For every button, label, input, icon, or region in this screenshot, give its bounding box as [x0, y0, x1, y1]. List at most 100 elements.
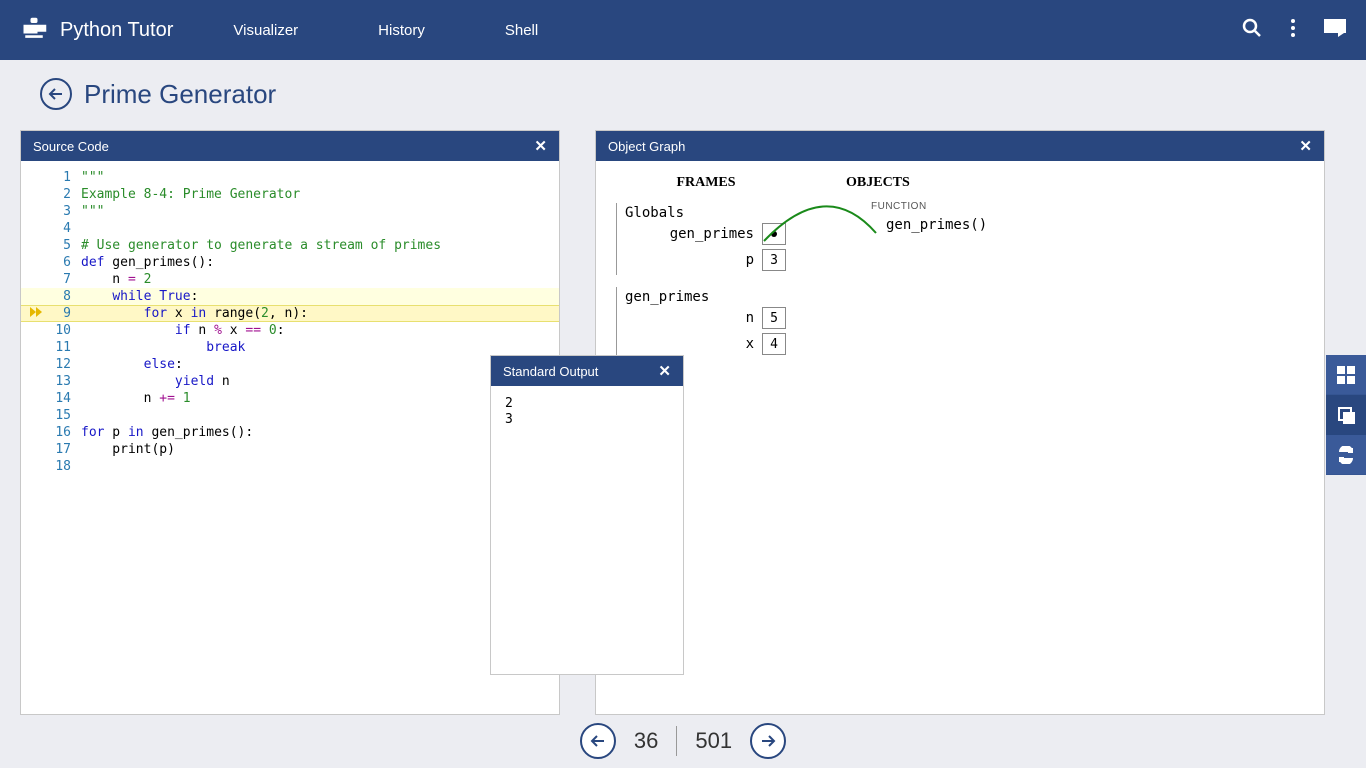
var-box: 5 [762, 307, 786, 329]
code-text: if n % x == 0: [81, 323, 285, 338]
code-text: Example 8-4: Prime Generator [81, 187, 300, 202]
code-line[interactable]: 14 n += 1 [21, 390, 559, 407]
code-text: else: [81, 357, 183, 372]
chat-icon[interactable] [1324, 19, 1346, 42]
line-number: 6 [51, 255, 81, 270]
line-number: 18 [51, 459, 81, 474]
step-current: 36 [634, 728, 658, 754]
code-line[interactable]: 3""" [21, 203, 559, 220]
objects-col-label: OBJECTS [796, 175, 976, 191]
stdout-panel-title: Standard Output [503, 364, 598, 379]
search-icon[interactable] [1242, 18, 1262, 43]
source-panel-title: Source Code [33, 139, 109, 154]
var-name: n [746, 310, 754, 326]
page-header: Prime Generator [0, 60, 1366, 124]
code-line[interactable]: 11 break [21, 339, 559, 356]
code-line[interactable]: 18 [21, 458, 559, 475]
more-icon[interactable] [1290, 18, 1296, 43]
code-line[interactable]: 7 n = 2 [21, 271, 559, 288]
source-panel-header[interactable]: Source Code ✕ [21, 131, 559, 161]
back-button[interactable] [40, 78, 72, 110]
var-row: n5 [625, 305, 786, 331]
code-line[interactable]: 6def gen_primes(): [21, 254, 559, 271]
source-code-body[interactable]: 1"""2Example 8-4: Prime Generator3"""45#… [21, 161, 559, 483]
object-repr: gen_primes() [886, 217, 987, 233]
frames-col-label: FRAMES [616, 175, 796, 191]
var-box: 3 [762, 249, 786, 271]
stdout-close-icon[interactable]: ✕ [658, 362, 671, 380]
var-row: gen_primes [625, 221, 786, 247]
stdout-body: 23 [491, 386, 683, 438]
step-footer: 36 501 [0, 713, 1366, 768]
line-number: 5 [51, 238, 81, 253]
step-separator [676, 726, 677, 756]
code-text: for p in gen_primes(): [81, 425, 253, 440]
nav-links: Visualizer History Shell [233, 22, 538, 39]
frame-block: Globalsgen_primesp3 [616, 203, 786, 275]
code-line[interactable]: 1""" [21, 169, 559, 186]
line-number: 7 [51, 272, 81, 287]
code-text: n += 1 [81, 391, 191, 406]
code-line[interactable]: 4 [21, 220, 559, 237]
code-line[interactable]: 16for p in gen_primes(): [21, 424, 559, 441]
stdout-panel[interactable]: Standard Output ✕ 23 [490, 355, 684, 675]
line-number: 16 [51, 425, 81, 440]
objgraph-close-icon[interactable]: ✕ [1299, 137, 1312, 155]
code-text: n = 2 [81, 272, 151, 287]
app-logo: Python Tutor [20, 16, 173, 44]
frame-title: Globals [625, 205, 786, 221]
code-line[interactable]: 17 print(p) [21, 441, 559, 458]
var-row: x4 [625, 331, 786, 357]
code-text: """ [81, 170, 104, 185]
code-line[interactable]: 10 if n % x == 0: [21, 322, 559, 339]
code-text: while True: [81, 289, 198, 304]
objgraph-panel-title: Object Graph [608, 139, 685, 154]
side-tab-layers[interactable] [1326, 395, 1366, 435]
side-tab-sync[interactable] [1326, 435, 1366, 475]
var-name: x [746, 336, 754, 352]
code-line[interactable]: 12 else: [21, 356, 559, 373]
line-number: 12 [51, 357, 81, 372]
line-number: 15 [51, 408, 81, 423]
step-prev-button[interactable] [580, 723, 616, 759]
nav-history[interactable]: History [378, 22, 425, 39]
code-line[interactable]: 2Example 8-4: Prime Generator [21, 186, 559, 203]
code-line[interactable]: 9 for x in range(2, n): [21, 305, 559, 322]
step-next-button[interactable] [750, 723, 786, 759]
code-text: print(p) [81, 442, 175, 457]
source-close-icon[interactable]: ✕ [534, 137, 547, 155]
line-number: 8 [51, 289, 81, 304]
nav-visualizer[interactable]: Visualizer [233, 22, 298, 39]
line-number: 10 [51, 323, 81, 338]
nav-shell[interactable]: Shell [505, 22, 538, 39]
code-line[interactable]: 15 [21, 407, 559, 424]
var-row: p3 [625, 247, 786, 273]
stdout-line: 2 [505, 396, 669, 412]
line-number: 17 [51, 442, 81, 457]
exec-arrow-icon [21, 306, 51, 321]
code-text: # Use generator to generate a stream of … [81, 238, 441, 253]
line-number: 13 [51, 374, 81, 389]
source-panel: Source Code ✕ 1"""2Example 8-4: Prime Ge… [20, 130, 560, 715]
objgraph-panel-header[interactable]: Object Graph ✕ [596, 131, 1324, 161]
code-line[interactable]: 8 while True: [21, 288, 559, 305]
var-box: 4 [762, 333, 786, 355]
page-title: Prime Generator [84, 79, 276, 110]
line-number: 14 [51, 391, 81, 406]
line-number: 9 [51, 306, 81, 321]
frame-title: gen_primes [625, 289, 786, 305]
top-bar: Python Tutor Visualizer History Shell [0, 0, 1366, 60]
code-text: def gen_primes(): [81, 255, 214, 270]
code-line[interactable]: 13 yield n [21, 373, 559, 390]
side-tabs [1326, 355, 1366, 475]
tutor-icon [20, 16, 48, 44]
side-tab-grid[interactable] [1326, 355, 1366, 395]
code-text: break [81, 340, 245, 355]
line-number: 4 [51, 221, 81, 236]
objgraph-panel: Object Graph ✕ FRAMES OBJECTS Globalsgen… [595, 130, 1325, 715]
app-title: Python Tutor [60, 19, 173, 42]
stdout-panel-header[interactable]: Standard Output ✕ [491, 356, 683, 386]
code-line[interactable]: 5# Use generator to generate a stream of… [21, 237, 559, 254]
frame-block: gen_primesn5x4 [616, 287, 786, 359]
object-type-label: FUNCTION [871, 201, 927, 212]
